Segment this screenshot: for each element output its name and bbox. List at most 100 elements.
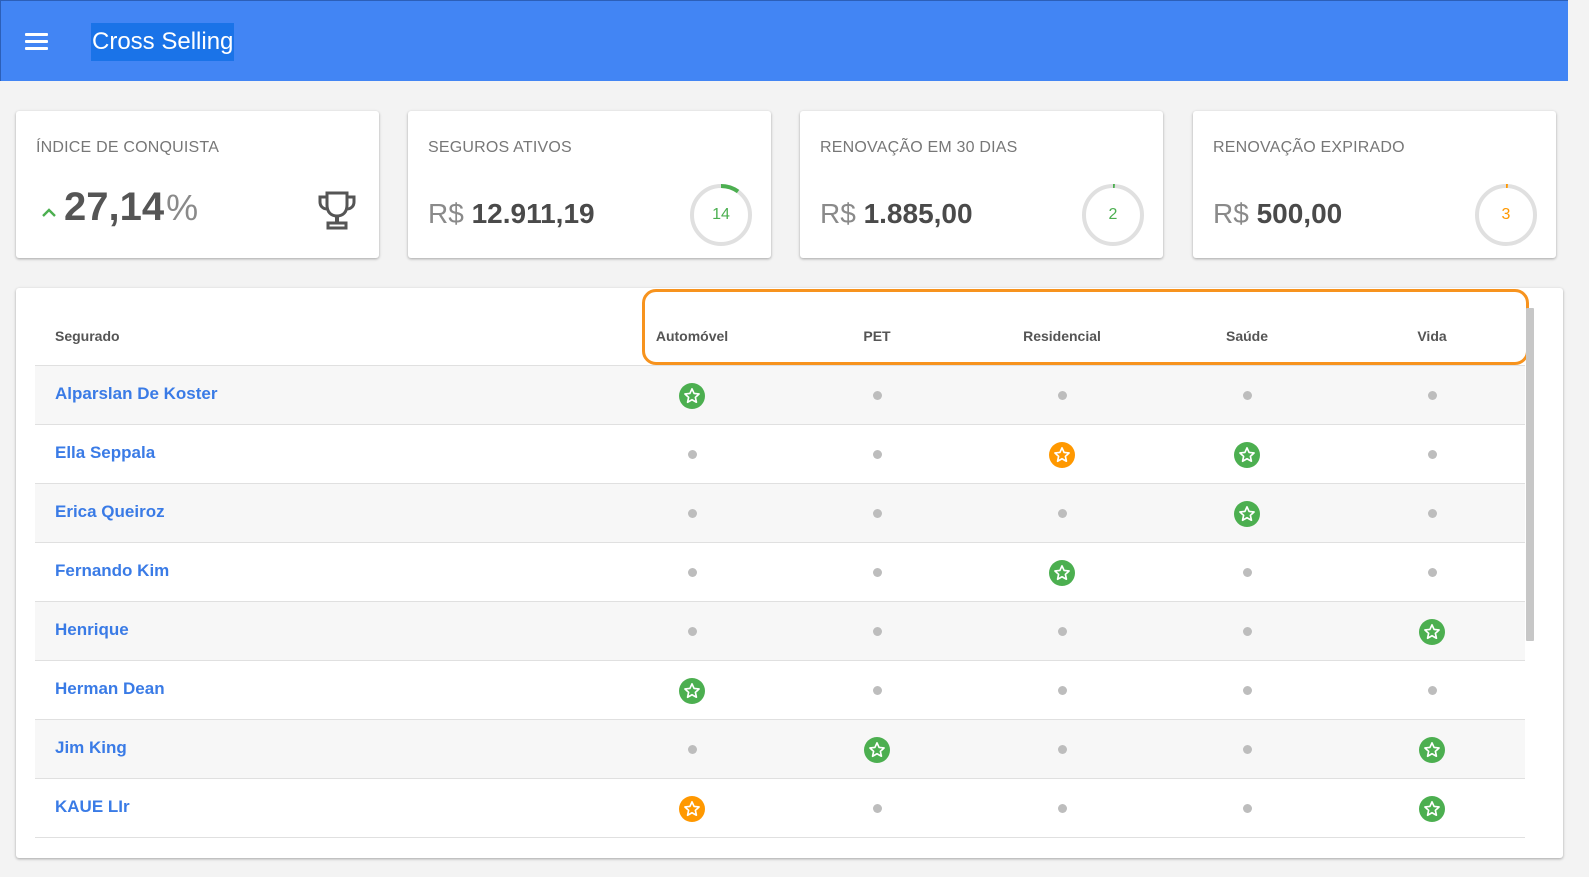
empty-dot-icon	[1427, 450, 1437, 459]
empty-dot-icon	[872, 450, 882, 459]
table-row: KAUE LIr	[35, 779, 1525, 838]
star-active-icon[interactable]	[1234, 441, 1260, 468]
star-active-icon[interactable]	[1049, 559, 1075, 586]
product-cell	[992, 543, 1132, 602]
product-cell	[1177, 425, 1317, 484]
insured-name-link[interactable]: Alparslan De Koster	[55, 384, 218, 404]
scrollbar-thumb[interactable]	[1526, 308, 1534, 641]
card-renovacao-expirado: RENOVAÇÃO EXPIRADO R$ 500,00 3	[1193, 111, 1556, 258]
empty-dot-icon	[1427, 509, 1437, 518]
currency-symbol: R$	[428, 198, 464, 229]
card-seguros-ativos: SEGUROS ATIVOS R$ 12.911,19 14	[408, 111, 771, 258]
insured-name-link[interactable]: Ella Seppala	[55, 443, 155, 463]
product-cell	[992, 661, 1132, 720]
product-cell	[1177, 720, 1317, 779]
product-cell	[992, 425, 1132, 484]
product-cell	[807, 661, 947, 720]
menu-icon[interactable]	[25, 31, 49, 51]
product-cell	[1177, 484, 1317, 543]
empty-dot-icon	[1242, 686, 1252, 695]
star-pending-icon[interactable]	[679, 795, 705, 822]
star-active-icon[interactable]	[679, 677, 705, 704]
star-active-icon[interactable]	[864, 736, 890, 763]
product-cell	[622, 543, 762, 602]
product-cell	[1362, 543, 1502, 602]
empty-dot-icon	[872, 804, 882, 813]
table-row: Jim King	[35, 720, 1525, 779]
kpi-number: 27,14	[64, 185, 165, 229]
empty-dot-icon	[1057, 686, 1067, 695]
star-active-icon[interactable]	[1234, 500, 1260, 527]
empty-dot-icon	[1057, 509, 1067, 518]
product-cell	[622, 661, 762, 720]
ring-count: 2	[1108, 206, 1118, 223]
empty-dot-icon	[1057, 391, 1067, 400]
card-title: RENOVAÇÃO EM 30 DIAS	[820, 139, 1018, 156]
vertical-scrollbar[interactable]	[1525, 308, 1535, 858]
empty-dot-icon	[687, 745, 697, 754]
kpi-value: 27,14 %	[42, 185, 198, 235]
product-cell	[1177, 543, 1317, 602]
star-pending-icon[interactable]	[1049, 441, 1075, 468]
product-cell	[1362, 661, 1502, 720]
card-indice-conquista: ÍNDICE DE CONQUISTA 27,14 %	[16, 111, 379, 258]
insured-name-link[interactable]: Henrique	[55, 620, 129, 640]
empty-dot-icon	[1427, 686, 1437, 695]
product-cell	[807, 425, 947, 484]
product-cell	[1177, 366, 1317, 425]
empty-dot-icon	[872, 686, 882, 695]
empty-dot-icon	[1242, 391, 1252, 400]
empty-dot-icon	[872, 627, 882, 636]
empty-dot-icon	[1057, 627, 1067, 636]
empty-dot-icon	[1057, 745, 1067, 754]
empty-dot-icon	[872, 568, 882, 577]
header-highlight-outline	[642, 289, 1529, 365]
product-cell	[807, 602, 947, 661]
star-active-icon[interactable]	[1419, 795, 1445, 822]
empty-dot-icon	[1057, 804, 1067, 813]
product-cell	[1362, 425, 1502, 484]
insured-name-link[interactable]: Erica Queiroz	[55, 502, 165, 522]
product-cell	[1177, 661, 1317, 720]
empty-dot-icon	[687, 450, 697, 459]
product-cell	[1362, 366, 1502, 425]
empty-dot-icon	[687, 568, 697, 577]
table-row: Herman Dean	[35, 661, 1525, 720]
empty-dot-icon	[1242, 568, 1252, 577]
insured-name-link[interactable]: Fernando Kim	[55, 561, 169, 581]
empty-dot-icon	[1242, 804, 1252, 813]
star-active-icon[interactable]	[679, 382, 705, 409]
column-header-segurado[interactable]: Segurado	[55, 328, 120, 344]
product-cell	[992, 779, 1132, 838]
empty-dot-icon	[1242, 627, 1252, 636]
star-active-icon[interactable]	[1419, 736, 1445, 763]
empty-dot-icon	[687, 509, 697, 518]
insured-name-link[interactable]: Jim King	[55, 738, 127, 758]
trophy-icon	[317, 189, 357, 231]
product-cell	[1362, 484, 1502, 543]
card-value: R$ 500,00	[1213, 197, 1342, 231]
card-value: R$ 12.911,19	[428, 197, 595, 231]
amount: 1.885,00	[863, 198, 973, 229]
app-bar: Cross Selling	[0, 0, 1568, 81]
amount: 12.911,19	[471, 198, 595, 229]
star-active-icon[interactable]	[1419, 618, 1445, 645]
table-row: Erica Queiroz	[35, 484, 1525, 543]
product-cell	[622, 720, 762, 779]
empty-dot-icon	[1242, 745, 1252, 754]
insured-name-link[interactable]: KAUE LIr	[55, 797, 130, 817]
product-cell	[807, 484, 947, 543]
product-cell	[992, 720, 1132, 779]
empty-dot-icon	[872, 391, 882, 400]
cross-selling-table: Segurado Automóvel PET Residencial Saúde…	[16, 288, 1563, 858]
insured-name-link[interactable]: Herman Dean	[55, 679, 165, 699]
amount: 500,00	[1256, 198, 1343, 229]
product-cell	[992, 484, 1132, 543]
product-cell	[622, 425, 762, 484]
product-cell	[622, 366, 762, 425]
product-cell	[622, 602, 762, 661]
empty-dot-icon	[1427, 391, 1437, 400]
product-cell	[807, 720, 947, 779]
product-cell	[807, 779, 947, 838]
app-title: Cross Selling	[91, 23, 235, 61]
